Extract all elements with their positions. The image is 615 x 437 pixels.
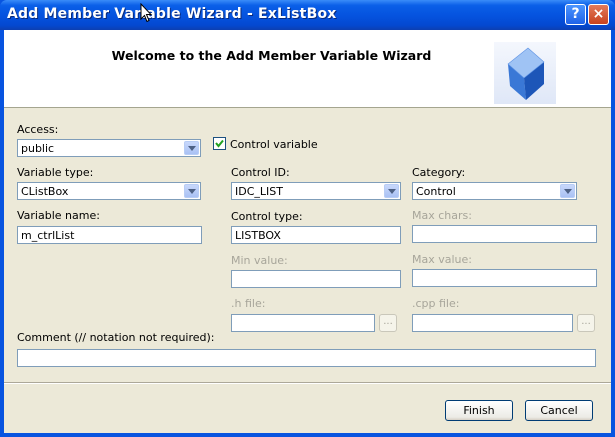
variable-type-dropdown[interactable]: CListBox (17, 182, 201, 200)
min-value-input (231, 270, 401, 288)
help-button[interactable]: ? (565, 4, 586, 25)
checkmark-icon (215, 139, 224, 148)
dialog-body: Welcome to the Add Member Variable Wizar… (4, 30, 611, 433)
title-bar[interactable]: Add Member Variable Wizard - ExListBox ?… (0, 0, 615, 30)
chevron-down-icon[interactable] (384, 184, 399, 198)
access-label: Access: (17, 123, 59, 136)
h-file-browse-button: ... (379, 314, 397, 332)
control-type-input: LISTBOX (231, 226, 401, 244)
control-id-label: Control ID: (231, 166, 290, 179)
control-variable-label[interactable]: Control variable (230, 138, 318, 151)
access-dropdown[interactable]: public (17, 139, 201, 157)
min-value-label: Min value: (231, 254, 288, 267)
comment-input[interactable] (17, 349, 596, 367)
finish-button[interactable]: Finish (445, 400, 513, 421)
cpp-file-label: .cpp file: (412, 297, 460, 310)
cpp-file-browse-button: ... (577, 314, 595, 332)
max-value-input (412, 269, 597, 287)
variable-name-input[interactable]: m_ctrlList (17, 226, 202, 244)
button-separator (4, 382, 611, 384)
max-chars-input (412, 225, 597, 243)
chevron-down-icon[interactable] (184, 184, 199, 198)
control-id-dropdown[interactable]: IDC_LIST (231, 182, 401, 200)
access-value: public (21, 142, 55, 155)
category-label: Category: (412, 166, 466, 179)
variable-type-label: Variable type: (17, 166, 94, 179)
control-variable-checkbox[interactable] (213, 137, 226, 150)
control-type-label: Control type: (231, 210, 303, 223)
chevron-down-icon[interactable] (184, 141, 199, 155)
window-title: Add Member Variable Wizard - ExListBox (7, 6, 337, 22)
wizard-window: Add Member Variable Wizard - ExListBox ?… (0, 0, 615, 437)
page-title: Welcome to the Add Member Variable Wizar… (111, 48, 432, 63)
chevron-down-icon[interactable] (560, 184, 575, 198)
control-id-value: IDC_LIST (235, 185, 283, 198)
h-file-label: .h file: (231, 297, 266, 310)
wizard-header: Welcome to the Add Member Variable Wizar… (4, 30, 611, 108)
cpp-file-input (412, 314, 573, 332)
close-button[interactable]: × (588, 4, 609, 25)
wizard-logo-icon (494, 42, 556, 104)
mouse-cursor-icon (140, 3, 152, 23)
h-file-input (231, 314, 375, 332)
variable-type-value: CListBox (21, 185, 69, 198)
category-value: Control (416, 185, 456, 198)
comment-label: Comment (// notation not required): (17, 331, 215, 344)
cancel-button[interactable]: Cancel (525, 400, 593, 421)
variable-name-label: Variable name: (17, 209, 100, 222)
variable-name-value: m_ctrlList (21, 229, 75, 242)
max-chars-label: Max chars: (412, 209, 472, 222)
control-type-value: LISTBOX (235, 229, 281, 242)
category-dropdown[interactable]: Control (412, 182, 577, 200)
max-value-label: Max value: (412, 253, 472, 266)
